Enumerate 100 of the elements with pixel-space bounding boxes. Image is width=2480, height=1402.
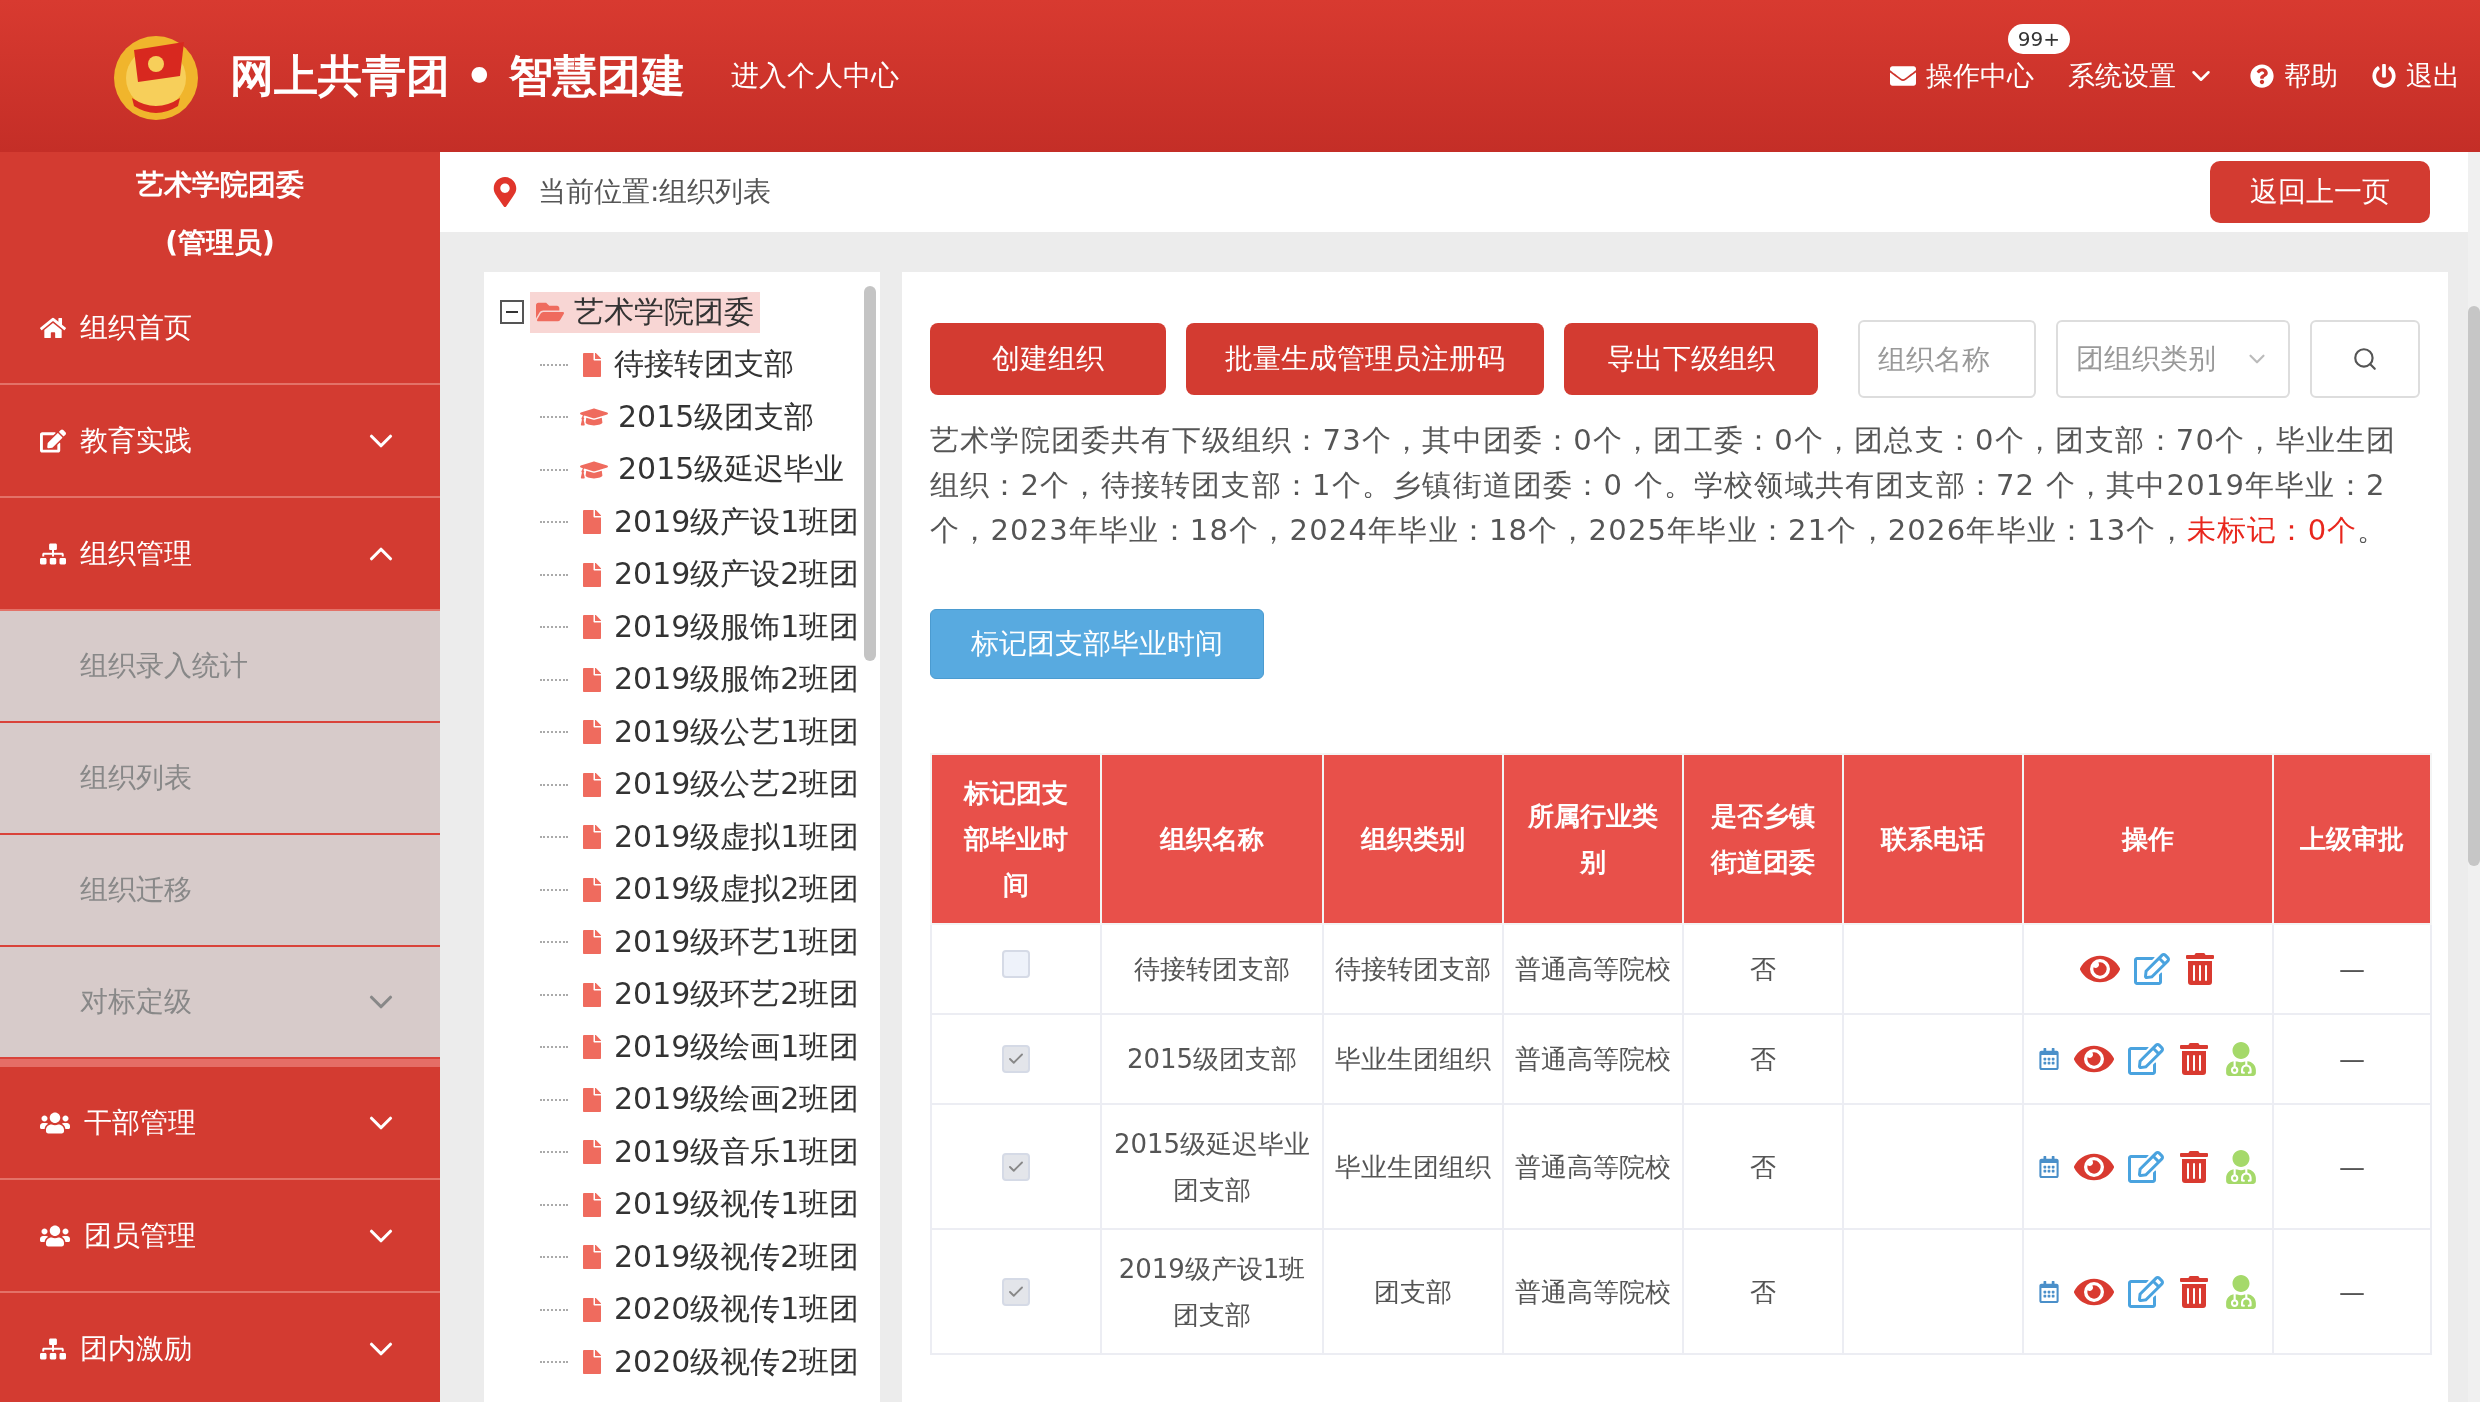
trash-icon[interactable] <box>2178 1275 2210 1308</box>
help-icon <box>2250 64 2274 88</box>
user-role: (管理员) <box>165 225 275 261</box>
column-header: 组织名称 <box>1101 754 1323 924</box>
collapse-icon[interactable] <box>500 300 524 325</box>
file-icon <box>580 352 604 377</box>
sidebar-item[interactable]: 组织首页 <box>0 272 440 385</box>
trash-icon[interactable] <box>2178 1150 2210 1183</box>
trash-icon[interactable] <box>2178 1043 2210 1075</box>
tree-node[interactable]: 2019级服饰2班团 <box>574 659 860 701</box>
file-icon <box>580 772 604 797</box>
file-icon <box>580 720 604 745</box>
calendar-icon[interactable] <box>2038 1155 2060 1178</box>
sidebar-item[interactable]: 团内激励 <box>0 1293 440 1402</box>
table-cell: 待接转团支部 <box>1335 954 1491 984</box>
table-cell: 普通高等院校 <box>1515 1151 1671 1182</box>
edit-icon <box>40 427 66 454</box>
file-icon <box>580 615 604 640</box>
file-icon <box>580 877 604 902</box>
sidebar-item[interactable]: 团员管理 <box>0 1180 440 1293</box>
column-header: 所属行业类别 <box>1503 754 1683 924</box>
header-nav-link[interactable]: 系统设置 <box>2068 58 2216 94</box>
tree-node[interactable]: 2019级绘画2班团 <box>574 1079 860 1121</box>
column-header: 操作 <box>2023 754 2273 924</box>
column-header: 标记团支部毕业时间 <box>931 754 1101 924</box>
file-icon <box>580 1192 604 1217</box>
tree-node[interactable]: 2015级延迟毕业 <box>574 449 851 491</box>
table-cell: 2015级团支部 <box>1126 1044 1298 1074</box>
table-cell: 毕业生团组织 <box>1335 1044 1491 1074</box>
action-button[interactable]: 导出下级组织 <box>1564 323 1818 395</box>
org-name-field[interactable]: 组织名称 <box>1857 320 2036 398</box>
checkbox[interactable] <box>1002 950 1030 978</box>
tree-node[interactable]: 2015级团支部 <box>574 396 821 438</box>
tree-node[interactable]: 2020级视传2班团 <box>574 1341 860 1383</box>
header-nav-link[interactable]: 帮助 <box>2250 58 2338 94</box>
file-icon <box>580 1350 604 1375</box>
file-icon <box>580 562 604 587</box>
tree-node[interactable]: 2019级视传1班团 <box>574 1184 860 1226</box>
table-cell: — <box>2339 1151 2365 1182</box>
table-cell: 普通高等院校 <box>1515 1276 1671 1307</box>
table-cell: 待接转团支部 <box>1134 954 1290 984</box>
tree-node[interactable]: 2020级视传1班团 <box>574 1289 860 1331</box>
tree-node[interactable]: 2019级公艺2班团 <box>574 764 860 806</box>
file-icon <box>580 1297 604 1322</box>
tree-node[interactable]: 2019级音乐1班团 <box>574 1131 860 1173</box>
table-cell: 否 <box>1750 1151 1776 1182</box>
notification-badge: 99+ <box>2007 24 2070 54</box>
file-icon <box>580 930 604 955</box>
personal-center-link[interactable]: 进入个人中心 <box>730 57 899 95</box>
tree-node[interactable]: 2019级虚拟2班团 <box>574 869 860 911</box>
tree-node[interactable]: 2019级绘画1班团 <box>574 1026 860 1068</box>
tree-node[interactable]: 2019级虚拟1班团 <box>574 816 860 858</box>
calendar-icon[interactable] <box>2038 1048 2060 1070</box>
column-header: 是否乡镇街道团委 <box>1683 754 1843 924</box>
summary-text: 艺术学院团委共有下级组织：73个，其中团委：0个，团工委：0个，团总支：0个，团支部：70个，毕业生团组织：2个，待接转团支部：1个。乡镇街道团委：0 个。学校领域共有团支部：72 个，其中2019年毕业：2个，2023年毕业：18个，2024年毕业：18个，2025年毕业：21个，2026年毕业：13个，未标记：0个。 <box>930 422 2398 549</box>
sidebar-item[interactable]: 教育实践 <box>0 385 440 498</box>
file-icon <box>580 825 604 850</box>
file-icon <box>580 1035 604 1060</box>
table-cell: 否 <box>1750 1276 1776 1307</box>
tree-node[interactable]: 2019级服饰1班团 <box>574 606 860 648</box>
table-cell: — <box>2339 1044 2365 1074</box>
sidebar-item[interactable]: 干部管理 <box>0 1067 440 1180</box>
action-button[interactable]: 批量生成管理员注册码 <box>1185 323 1545 395</box>
tree-node[interactable]: 2019级环艺2班团 <box>574 974 860 1016</box>
table-cell: 毕业生团组织 <box>1335 1151 1491 1182</box>
breadcrumb: 当前位置:组织列表 <box>538 174 772 210</box>
org-name: 艺术学院团委 <box>136 167 304 203</box>
edit-icon[interactable] <box>2128 1273 2164 1310</box>
action-button[interactable]: 创建组织 <box>930 323 1166 395</box>
table-cell: — <box>2339 1276 2365 1307</box>
tree-node[interactable]: 艺术学院团委 <box>530 291 760 333</box>
edit-icon[interactable] <box>2128 1148 2164 1185</box>
file-icon <box>580 1245 604 1270</box>
tree-node[interactable]: 2019级视传2班团 <box>574 1236 860 1278</box>
file-icon <box>580 1087 604 1112</box>
table-cell: — <box>2339 954 2365 984</box>
back-button[interactable]: 返回上一页 <box>2210 161 2430 223</box>
column-header: 联系电话 <box>1843 754 2023 924</box>
column-header: 上级审批 <box>2273 754 2431 924</box>
tree-node[interactable]: 2019级公艺1班团 <box>574 711 860 753</box>
tree-node[interactable]: 2019级环艺1班团 <box>574 921 860 963</box>
table-cell: 2015级延迟毕业团支部 <box>1113 1128 1311 1205</box>
table-cell: 团支部 <box>1374 1276 1452 1307</box>
file-icon <box>580 667 604 692</box>
header-nav-link[interactable]: 退出 <box>2372 58 2460 94</box>
table-cell: 否 <box>1750 1044 1776 1074</box>
scrollbar-thumb[interactable] <box>2468 306 2480 866</box>
power-icon <box>2372 64 2396 88</box>
tree-node[interactable]: 2019级产设2班团 <box>574 554 860 596</box>
tree-node[interactable]: 待接转团支部 <box>574 344 800 386</box>
site-title: 网上共青团 • 智慧团建 <box>230 48 685 103</box>
table-cell: 2019级产设1班团支部 <box>1118 1253 1306 1330</box>
scrollbar-thumb[interactable] <box>864 286 876 661</box>
edit-icon[interactable] <box>2134 951 2170 987</box>
file-icon <box>580 510 604 535</box>
tree-node[interactable]: 2019级产设1班团 <box>574 501 860 543</box>
trash-icon[interactable] <box>2184 953 2216 985</box>
edit-icon[interactable] <box>2128 1041 2164 1077</box>
calendar-icon[interactable] <box>2038 1280 2060 1303</box>
file-icon <box>580 982 604 1007</box>
